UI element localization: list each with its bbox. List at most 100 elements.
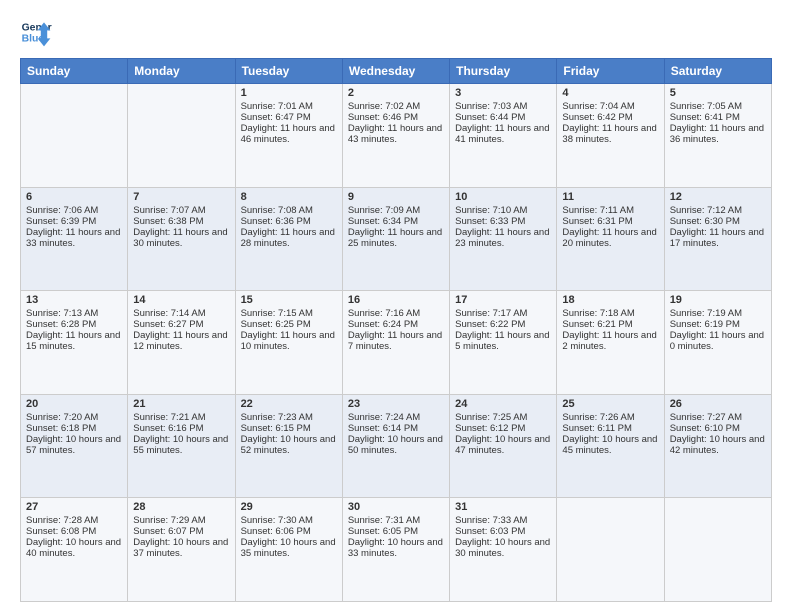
calendar-cell: 2Sunrise: 7:02 AMSunset: 6:46 PMDaylight… [342, 84, 449, 188]
day-info: Sunrise: 7:31 AM [348, 515, 444, 526]
calendar-cell: 17Sunrise: 7:17 AMSunset: 6:22 PMDayligh… [450, 291, 557, 395]
calendar-cell: 23 Sunrise: 7:24 AMSunset: 6:14 PMDayligh… [342, 394, 449, 498]
day-info: Daylight: 10 hours and 33 minutes. [348, 537, 444, 559]
day-info: Sunrise: 7:04 AM [562, 101, 658, 112]
day-info: Sunset: 6:06 PM [241, 526, 337, 537]
day-info: Sunrise: 7:13 AM [26, 308, 122, 319]
calendar-header-sunday: Sunday [21, 59, 128, 84]
day-info: Sunset: 6:11 PM [562, 423, 658, 434]
calendar-cell: 3Sunrise: 7:03 AMSunset: 6:44 PMDaylight… [450, 84, 557, 188]
day-number: 8 [241, 191, 337, 203]
calendar-week-3: 13Sunrise: 7:13 AMSunset: 6:28 PMDayligh… [21, 291, 772, 395]
day-info: Daylight: 11 hours and 0 minutes. [670, 330, 766, 352]
day-number: 28 [133, 501, 229, 513]
calendar-cell: 25 Sunrise: 7:26 AMSunset: 6:11 PMDayligh… [557, 394, 664, 498]
day-number: 15 [241, 294, 337, 306]
day-info: Daylight: 11 hours and 7 minutes. [348, 330, 444, 352]
day-info: Sunset: 6:34 PM [348, 216, 444, 227]
day-info: Sunset: 6:16 PM [133, 423, 229, 434]
calendar-cell: 29Sunrise: 7:30 AMSunset: 6:06 PMDayligh… [235, 498, 342, 602]
day-info: Sunset: 6:05 PM [348, 526, 444, 537]
day-info: Daylight: 11 hours and 25 minutes. [348, 227, 444, 249]
calendar-cell: 5Sunrise: 7:05 AMSunset: 6:41 PMDaylight… [664, 84, 771, 188]
day-info: Sunset: 6:31 PM [562, 216, 658, 227]
day-number: 12 [670, 191, 766, 203]
day-info: Daylight: 10 hours and 55 minutes. [133, 434, 229, 456]
day-info: Sunset: 6:19 PM [670, 319, 766, 330]
day-info: Daylight: 11 hours and 38 minutes. [562, 123, 658, 145]
calendar-header-friday: Friday [557, 59, 664, 84]
day-info: Daylight: 10 hours and 50 minutes. [348, 434, 444, 456]
calendar-cell: 8Sunrise: 7:08 AMSunset: 6:36 PMDaylight… [235, 187, 342, 291]
day-info: Sunrise: 7:27 AM [670, 412, 766, 423]
day-number: 23 [348, 398, 444, 410]
day-info: Sunrise: 7:24 AM [348, 412, 444, 423]
day-info: Sunset: 6:24 PM [348, 319, 444, 330]
day-info: Sunset: 6:15 PM [241, 423, 337, 434]
day-number: 7 [133, 191, 229, 203]
calendar-header-saturday: Saturday [664, 59, 771, 84]
day-info: Sunset: 6:08 PM [26, 526, 122, 537]
day-info: Sunrise: 7:28 AM [26, 515, 122, 526]
day-number: 21 [133, 398, 229, 410]
day-info: Sunset: 6:03 PM [455, 526, 551, 537]
day-number: 25 [562, 398, 658, 410]
day-number: 10 [455, 191, 551, 203]
day-info: Sunset: 6:18 PM [26, 423, 122, 434]
day-number: 20 [26, 398, 122, 410]
day-info: Sunrise: 7:08 AM [241, 205, 337, 216]
day-info: Sunset: 6:44 PM [455, 112, 551, 123]
day-info: Daylight: 11 hours and 33 minutes. [26, 227, 122, 249]
calendar-cell: 22Sunrise: 7:23 AMSunset: 6:15 PMDayligh… [235, 394, 342, 498]
calendar-cell: 1Sunrise: 7:01 AMSunset: 6:47 PMDaylight… [235, 84, 342, 188]
day-info: Sunset: 6:36 PM [241, 216, 337, 227]
day-info: Sunrise: 7:30 AM [241, 515, 337, 526]
day-number: 17 [455, 294, 551, 306]
day-info: Sunrise: 7:16 AM [348, 308, 444, 319]
day-info: Sunset: 6:22 PM [455, 319, 551, 330]
day-info: Daylight: 11 hours and 12 minutes. [133, 330, 229, 352]
day-info: Sunrise: 7:17 AM [455, 308, 551, 319]
calendar-cell: 31Sunrise: 7:33 AMSunset: 6:03 PMDayligh… [450, 498, 557, 602]
logo: General Blue [20, 16, 52, 48]
calendar-cell: 14Sunrise: 7:14 AMSunset: 6:27 PMDayligh… [128, 291, 235, 395]
day-info: Sunrise: 7:10 AM [455, 205, 551, 216]
day-number: 11 [562, 191, 658, 203]
day-info: Daylight: 11 hours and 43 minutes. [348, 123, 444, 145]
day-number: 5 [670, 87, 766, 99]
day-info: Sunset: 6:46 PM [348, 112, 444, 123]
day-info: Daylight: 10 hours and 57 minutes. [26, 434, 122, 456]
day-info: Sunrise: 7:02 AM [348, 101, 444, 112]
day-info: Sunset: 6:38 PM [133, 216, 229, 227]
day-info: Daylight: 10 hours and 52 minutes. [241, 434, 337, 456]
day-info: Daylight: 10 hours and 40 minutes. [26, 537, 122, 559]
day-number: 27 [26, 501, 122, 513]
logo-icon: General Blue [20, 16, 52, 48]
day-info: Sunrise: 7:19 AM [670, 308, 766, 319]
day-info: Sunrise: 7:18 AM [562, 308, 658, 319]
day-info: Daylight: 11 hours and 41 minutes. [455, 123, 551, 145]
day-info: Sunset: 6:42 PM [562, 112, 658, 123]
calendar-week-2: 6Sunrise: 7:06 AMSunset: 6:39 PMDaylight… [21, 187, 772, 291]
calendar-header-row: SundayMondayTuesdayWednesdayThursdayFrid… [21, 59, 772, 84]
day-number: 24 [455, 398, 551, 410]
day-number: 3 [455, 87, 551, 99]
calendar-cell [557, 498, 664, 602]
calendar-cell: 6Sunrise: 7:06 AMSunset: 6:39 PMDaylight… [21, 187, 128, 291]
calendar-cell: 10Sunrise: 7:10 AMSunset: 6:33 PMDayligh… [450, 187, 557, 291]
day-info: Sunrise: 7:23 AM [241, 412, 337, 423]
calendar-cell [21, 84, 128, 188]
calendar-cell: 26Sunrise: 7:27 AMSunset: 6:10 PMDayligh… [664, 394, 771, 498]
header: General Blue [20, 16, 772, 48]
day-info: Daylight: 10 hours and 45 minutes. [562, 434, 658, 456]
day-info: Sunrise: 7:15 AM [241, 308, 337, 319]
day-number: 19 [670, 294, 766, 306]
day-info: Sunset: 6:12 PM [455, 423, 551, 434]
day-info: Sunset: 6:27 PM [133, 319, 229, 330]
day-info: Sunrise: 7:21 AM [133, 412, 229, 423]
calendar-cell: 19 Sunrise: 7:19 AMSunset: 6:19 PMDayligh… [664, 291, 771, 395]
day-info: Sunset: 6:14 PM [348, 423, 444, 434]
calendar-cell: 18Sunrise: 7:18 AMSunset: 6:21 PMDayligh… [557, 291, 664, 395]
day-info: Daylight: 11 hours and 15 minutes. [26, 330, 122, 352]
day-info: Sunrise: 7:26 AM [562, 412, 658, 423]
